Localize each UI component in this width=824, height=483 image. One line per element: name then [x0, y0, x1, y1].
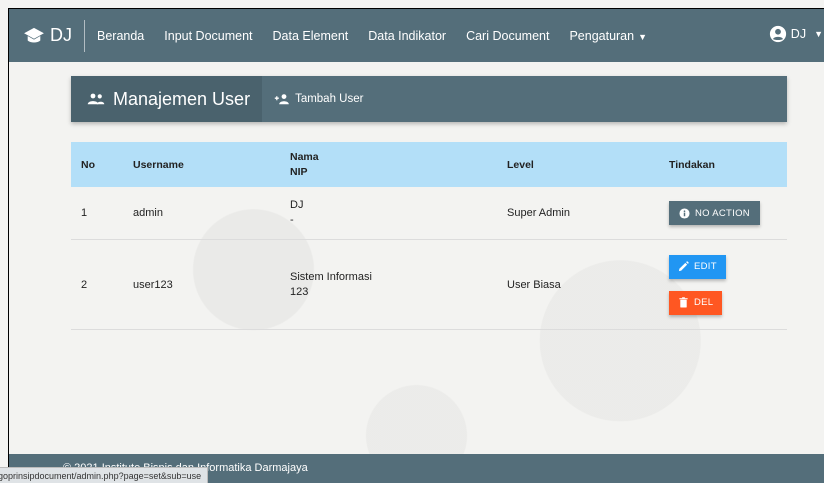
no-action-label: NO ACTION [695, 207, 750, 219]
nav-pengaturan[interactable]: Pengaturan ▼ [569, 29, 647, 43]
add-user-label: Tambah User [295, 93, 364, 105]
edit-button[interactable]: EDIT [669, 254, 726, 279]
nav-input-document[interactable]: Input Document [164, 29, 252, 43]
table-header: No Username Nama NIP Level Tindakan [71, 142, 787, 187]
brand-name: DJ [50, 25, 72, 45]
nav-beranda[interactable]: Beranda [97, 29, 144, 43]
header-no: No [81, 158, 95, 171]
group-icon [87, 93, 105, 105]
delete-label: DEL [694, 297, 714, 308]
cell-no: 2 [81, 278, 88, 291]
no-action-button[interactable]: NO ACTION [669, 201, 760, 225]
cell-nip: - [290, 214, 294, 226]
cell-actions: NO ACTION [669, 201, 787, 225]
trash-icon [679, 297, 688, 308]
header-username: Username [133, 158, 184, 171]
brand[interactable]: DJ [9, 19, 85, 52]
person-add-icon [274, 94, 289, 105]
table-row: 2 user123 Sistem Informasi 123 User Bias… [71, 240, 787, 330]
cell-level: User Biasa [507, 278, 561, 291]
nav-pengaturan-label: Pengaturan [569, 28, 635, 43]
account-circle-icon [769, 25, 786, 43]
cell-nama: Sistem Informasi [290, 270, 372, 283]
cell-no: 1 [81, 207, 88, 219]
header-nama: Nama [290, 150, 319, 163]
pencil-icon [678, 261, 689, 272]
caret-down-icon: ▼ [814, 29, 823, 39]
cell-nip: 123 [290, 285, 309, 298]
top-navbar: DJ Beranda Input Document Data Element D… [9, 9, 824, 62]
info-icon [679, 207, 690, 219]
user-table: No Username Nama NIP Level Tindakan 1 ad… [71, 142, 787, 330]
graduation-cap-icon [24, 27, 44, 43]
status-bar-url: goprinsipdocument/admin.php?page=set&sub… [0, 467, 209, 483]
cell-nama-nip: Sistem Informasi 123 [290, 270, 507, 300]
cell-actions: EDIT DEL [669, 254, 787, 315]
panel-title-box: Manajemen User [71, 76, 263, 122]
table-row: 1 admin DJ - Super Admin NO ACTION [71, 187, 787, 240]
cell-nama: DJ [290, 199, 304, 211]
delete-button[interactable]: DEL [669, 290, 723, 315]
nav-data-element[interactable]: Data Element [273, 29, 349, 43]
cell-username: user123 [133, 278, 173, 291]
page-title: Manajemen User [113, 88, 251, 109]
nav-cari-document[interactable]: Cari Document [466, 29, 549, 43]
nav-data-indikator[interactable]: Data Indikator [368, 29, 446, 43]
cell-level: Super Admin [507, 207, 570, 219]
user-name: DJ [790, 27, 807, 41]
edit-label: EDIT [694, 261, 717, 272]
add-user-button[interactable]: Tambah User [274, 93, 363, 105]
caret-down-icon: ▼ [638, 31, 648, 42]
app-frame: DJ Beranda Input Document Data Element D… [8, 8, 824, 483]
header-level: Level [507, 158, 534, 171]
header-nama-nip: Nama NIP [290, 150, 507, 180]
header-tindakan: Tindakan [669, 158, 715, 171]
cell-username: admin [133, 207, 163, 219]
panel-header: Manajemen User Tambah User [71, 76, 787, 122]
user-menu[interactable]: DJ ▼ [769, 25, 823, 43]
cell-nama-nip: DJ - [290, 198, 507, 228]
header-nip: NIP [290, 165, 308, 178]
